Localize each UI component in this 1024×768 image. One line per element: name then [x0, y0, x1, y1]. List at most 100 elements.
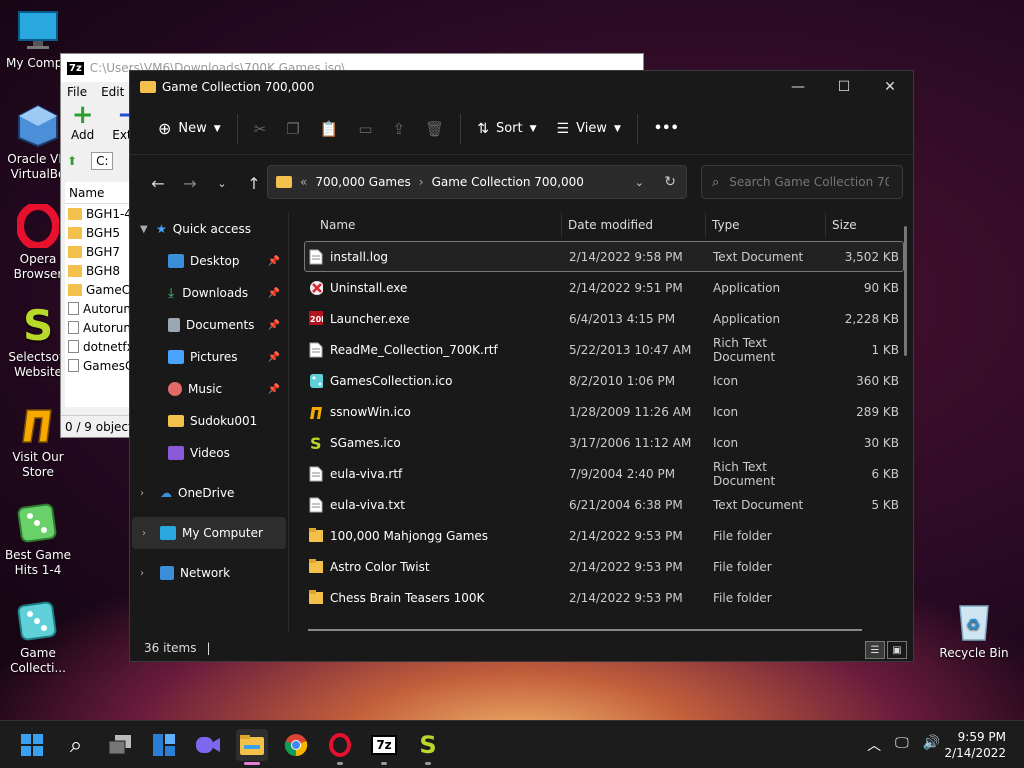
taskbar-7zip[interactable]: 7z [368, 729, 400, 765]
share-icon: ⇪ [392, 119, 406, 138]
file-date: 6/4/2013 4:15 PM [569, 311, 676, 326]
explorer-window[interactable]: Game Collection 700,000 — ☐ ✕ ⊕ New ▼ ✂ … [129, 70, 914, 662]
breadcrumb-current[interactable]: Game Collection 700,000 [432, 175, 584, 189]
maximize-button[interactable]: ☐ [821, 71, 867, 103]
chevron-down-icon: ▼ [613, 123, 621, 134]
taskbar-chrome[interactable] [280, 729, 312, 761]
explorer-titlebar[interactable]: Game Collection 700,000 — ☐ ✕ [130, 71, 913, 103]
search-box[interactable]: ⌕ [701, 165, 903, 199]
taskbar-opera[interactable] [324, 729, 356, 765]
nav-item-videos[interactable]: Videos [130, 437, 288, 469]
start-button[interactable] [16, 729, 48, 761]
table-row[interactable]: ReadMe_Collection_700K.rtf 5/22/2013 10:4… [304, 334, 904, 365]
nav-item-downloads[interactable]: ⤓ Downloads 📌 [130, 277, 288, 309]
table-row[interactable]: eula-viva.txt 6/21/2004 6:38 PM Text Docum… [304, 489, 904, 520]
minimize-button[interactable]: — [775, 71, 821, 103]
list-item[interactable]: GamesC [65, 356, 133, 375]
nav-item-desktop[interactable]: Desktop 📌 [130, 245, 288, 277]
breadcrumb-parent[interactable]: 700,000 Games [315, 175, 410, 189]
rename-button[interactable]: ▭ [348, 112, 382, 146]
column-name[interactable]: Name [304, 213, 562, 237]
chevron-up-icon[interactable]: ︿ [867, 735, 881, 755]
close-button[interactable]: ✕ [867, 71, 913, 103]
7zip-add-button[interactable]: + Add [71, 102, 94, 142]
list-item[interactable]: GameCo [65, 280, 133, 299]
details-view-button[interactable]: ☰ [865, 641, 885, 659]
column-date-modified[interactable]: Date modified [562, 213, 706, 237]
back-button[interactable]: ← [142, 174, 174, 193]
pane-splitter[interactable] [288, 213, 289, 633]
nav-item-music[interactable]: Music 📌 [130, 373, 288, 405]
search-input[interactable] [729, 175, 890, 189]
horizontal-scrollbar[interactable] [308, 629, 862, 631]
list-item[interactable]: BGH1-4 [65, 204, 133, 223]
file-type: Application [713, 280, 781, 295]
table-row[interactable]: Astro Color Twist 2/14/2022 9:53 PM File f… [304, 551, 904, 582]
desktop-icon-best-game-hits[interactable]: Best Game Hits 1-4 [0, 500, 76, 578]
list-item[interactable]: Autorun. [65, 299, 133, 318]
more-options-button[interactable]: ••• [644, 112, 689, 146]
7zip-menu-file[interactable]: File [67, 85, 87, 99]
paste-button[interactable]: 📋 [310, 112, 349, 146]
network-monitor-icon[interactable]: 🖵 [895, 735, 909, 755]
delete-button[interactable]: 🗑 [415, 112, 454, 146]
up-button[interactable]: ↑ [238, 174, 270, 193]
nav-quick-access[interactable]: ▼ ★ Quick access [130, 213, 288, 245]
sort-button[interactable]: ⇅ Sort ▼ [467, 112, 546, 146]
forward-button[interactable]: → [174, 174, 206, 193]
list-item[interactable]: BGH5 [65, 223, 133, 242]
nav-item-pictures[interactable]: Pictures 📌 [130, 341, 288, 373]
pin-icon: 📌 [267, 383, 280, 395]
desktop-icon-recycle-bin[interactable]: ♻ Recycle Bin [936, 598, 1012, 661]
column-size[interactable]: Size [826, 213, 900, 237]
table-row[interactable]: 100,000 Mahjongg Games 2/14/2022 9:53 PM F… [304, 520, 904, 551]
list-item[interactable]: dotnetfx [65, 337, 133, 356]
recent-locations-button[interactable]: ⌄ [206, 177, 238, 190]
taskbar-selectsoft[interactable]: S [412, 729, 444, 765]
nav-item-documents[interactable]: Documents 📌 [130, 309, 288, 341]
table-row[interactable]: S SGames.ico 3/17/2006 11:12 AM Icon 30 KB [304, 427, 904, 458]
breadcrumb-overflow[interactable]: « [300, 175, 307, 189]
pictures-icon [168, 350, 184, 364]
list-item[interactable]: Autorun. [65, 318, 133, 337]
large-icons-view-button[interactable]: ▣ [887, 641, 907, 659]
taskbar-file-explorer[interactable] [236, 729, 268, 765]
vertical-scrollbar[interactable] [904, 226, 907, 356]
table-row[interactable]: install.log 2/14/2022 9:58 PM Text Documen… [304, 241, 904, 272]
share-button[interactable]: ⇪ [383, 112, 416, 146]
task-view-button[interactable] [104, 729, 136, 761]
nav-my-computer[interactable]: › My Computer [132, 517, 286, 549]
nav-network[interactable]: › Network [130, 557, 288, 589]
view-button[interactable]: ☰ View ▼ [547, 112, 631, 146]
address-dropdown-button[interactable]: ⌄ [635, 176, 644, 189]
refresh-button[interactable]: ↻ [664, 174, 676, 190]
7zip-address: C: [91, 152, 114, 170]
volume-icon[interactable]: 🔊 [923, 735, 940, 755]
table-row[interactable]: 20K Launcher.exe 6/4/2013 4:15 PM Applicati… [304, 303, 904, 334]
7zip-file-list[interactable]: Name BGH1-4 BGH5 BGH7 BGH8 GameCo Autoru… [65, 182, 133, 407]
nav-item-sudoku001[interactable]: Sudoku001 [130, 405, 288, 437]
7zip-menu-edit[interactable]: Edit [101, 85, 124, 99]
sort-arrows-icon: ⇅ [477, 120, 489, 137]
7zip-column-name[interactable]: Name [65, 182, 133, 204]
table-row[interactable]: Chess Brain Teasers 100K 2/14/2022 9:53 P… [304, 582, 904, 613]
copy-button[interactable]: ❐ [276, 112, 309, 146]
new-button[interactable]: ⊕ New ▼ [148, 112, 231, 146]
address-bar[interactable]: « 700,000 Games › Game Collection 700,00… [267, 165, 687, 199]
list-item[interactable]: BGH7 [65, 242, 133, 261]
clock[interactable]: 9:59 PM 2/14/2022 [944, 729, 1006, 761]
chat-button[interactable] [192, 729, 224, 761]
large-icons-view-icon: ▣ [892, 644, 902, 656]
cut-button[interactable]: ✂ [244, 112, 277, 146]
widgets-button[interactable] [148, 729, 180, 761]
nav-onedrive[interactable]: › ☁ OneDrive [130, 477, 288, 509]
table-row[interactable]: ssnowWin.ico 1/28/2009 11:26 AM Icon 289 KB [304, 396, 904, 427]
table-row[interactable]: eula-viva.rtf 7/9/2004 2:40 PM Rich Text D… [304, 458, 904, 489]
table-row[interactable]: GamesCollection.ico 8/2/2010 1:06 PM Icon 3… [304, 365, 904, 396]
column-headers: Name Date modified Type Size [304, 209, 904, 241]
list-item[interactable]: BGH8 [65, 261, 133, 280]
search-button[interactable]: ⌕ [60, 729, 92, 761]
desktop-icon-game-collection[interactable]: Game Collecti... [0, 598, 76, 676]
table-row[interactable]: Uninstall.exe 2/14/2022 9:51 PM Applicatio… [304, 272, 904, 303]
column-type[interactable]: Type [706, 213, 826, 237]
